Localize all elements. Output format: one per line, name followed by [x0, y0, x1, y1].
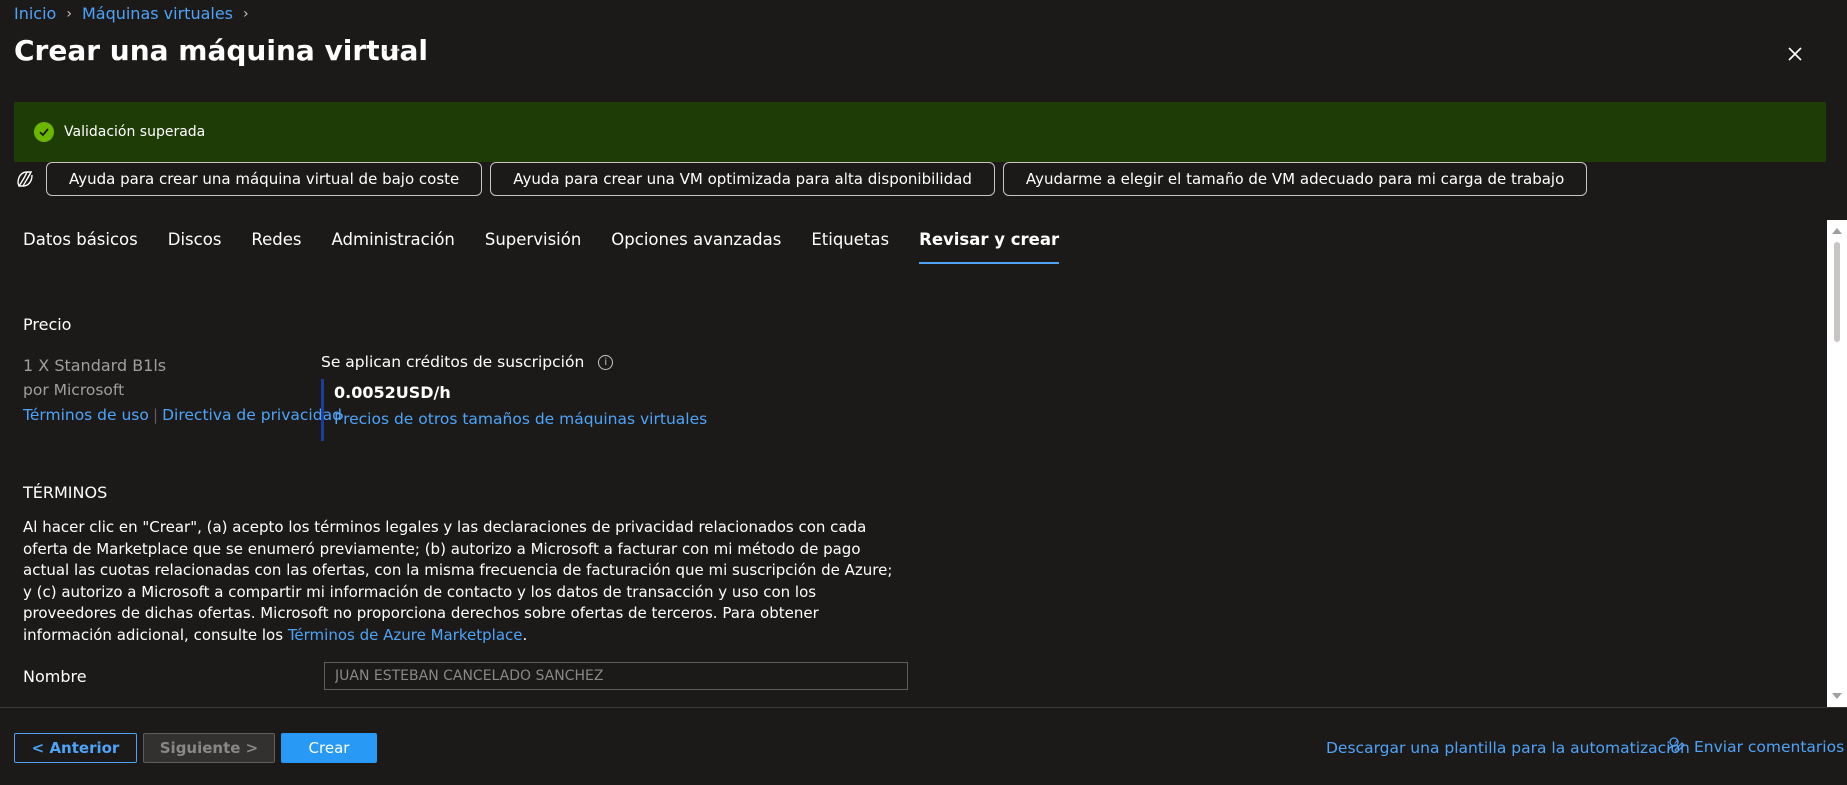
tab-management[interactable]: Administración	[332, 230, 470, 264]
publisher: por Microsoft	[23, 381, 125, 399]
price-sku-block: 1 X Standard B1ls por Microsoft Términos…	[23, 353, 342, 428]
terms-section-title: TÉRMINOS	[23, 483, 108, 502]
create-vm-page: Inicio › Máquinas virtuales › Crear una …	[0, 0, 1847, 785]
scroll-down-icon[interactable]	[1832, 693, 1842, 699]
azure-marketplace-terms-link[interactable]: Términos de Azure Marketplace	[288, 626, 523, 644]
scroll-up-icon[interactable]	[1832, 228, 1842, 234]
download-template-link[interactable]: Descargar una plantilla para la automati…	[1326, 739, 1690, 757]
terms-end: .	[522, 625, 528, 644]
terms-body: Al hacer clic en "Crear", (a) acepto los…	[23, 517, 903, 646]
price-box: 0.0052USD/h Precios de otros tamaños de …	[321, 379, 707, 441]
more-options-icon[interactable]: ···	[382, 40, 402, 61]
price-details: Se aplican créditos de suscripción i 0.0…	[321, 353, 707, 441]
terms-of-use-link[interactable]: Términos de uso	[23, 406, 149, 424]
copilot-icon	[14, 168, 36, 190]
chevron-right-icon: ›	[66, 5, 72, 22]
validation-text: Validación superada	[64, 124, 206, 140]
feedback-icon	[1666, 735, 1686, 759]
link-divider: |	[152, 406, 159, 424]
name-field[interactable]	[324, 662, 908, 690]
vertical-scrollbar[interactable]	[1827, 220, 1847, 707]
price-value: 0.0052USD/h	[334, 383, 451, 402]
previous-button[interactable]: < Anterior	[14, 733, 137, 763]
breadcrumb: Inicio › Máquinas virtuales ›	[14, 4, 249, 23]
feedback-link[interactable]: Enviar comentarios	[1666, 735, 1844, 759]
next-button[interactable]: Siguiente >	[143, 733, 275, 763]
create-button[interactable]: Crear	[281, 733, 377, 763]
success-check-icon	[34, 122, 54, 142]
scroll-thumb[interactable]	[1834, 242, 1840, 342]
breadcrumb-virtual-machines[interactable]: Máquinas virtuales	[82, 4, 233, 23]
copilot-help-row: Ayuda para crear una máquina virtual de …	[14, 162, 1588, 196]
help-vm-size-button[interactable]: Ayudarme a elegir el tamaño de VM adecua…	[1002, 162, 1588, 196]
tab-networking[interactable]: Redes	[251, 230, 316, 264]
name-label: Nombre	[23, 667, 87, 686]
credits-label: Se aplican créditos de suscripción	[321, 353, 585, 371]
help-low-cost-vm-button[interactable]: Ayuda para crear una máquina virtual de …	[46, 162, 483, 196]
credits-row: Se aplican créditos de suscripción i	[321, 353, 707, 371]
help-high-availability-vm-button[interactable]: Ayuda para crear una VM optimizada para …	[490, 162, 995, 196]
footer-bar: < Anterior Siguiente > Crear Descargar u…	[0, 707, 1847, 785]
tab-disks[interactable]: Discos	[168, 230, 237, 264]
tab-monitoring[interactable]: Supervisión	[485, 230, 596, 264]
feedback-label: Enviar comentarios	[1694, 738, 1845, 756]
info-icon[interactable]: i	[598, 354, 614, 370]
validation-banner: Validación superada	[14, 102, 1826, 162]
chevron-right-icon: ›	[243, 5, 249, 22]
tab-review-create[interactable]: Revisar y crear	[919, 230, 1074, 264]
privacy-policy-link[interactable]: Directiva de privacidad	[162, 406, 342, 424]
sku-name: 1 X Standard B1ls	[23, 356, 167, 375]
tab-basics[interactable]: Datos básicos	[23, 230, 153, 264]
page-title: Crear una máquina virtual	[14, 34, 428, 67]
other-sizes-pricing-link[interactable]: Precios de otros tamaños de máquinas vir…	[334, 410, 707, 428]
tab-tags[interactable]: Etiquetas	[811, 230, 904, 264]
breadcrumb-home[interactable]: Inicio	[14, 4, 56, 23]
price-section-title: Precio	[23, 315, 72, 334]
tab-advanced[interactable]: Opciones avanzadas	[611, 230, 796, 264]
wizard-tabs: Datos básicos Discos Redes Administració…	[23, 230, 1089, 264]
close-icon[interactable]	[1781, 40, 1809, 68]
